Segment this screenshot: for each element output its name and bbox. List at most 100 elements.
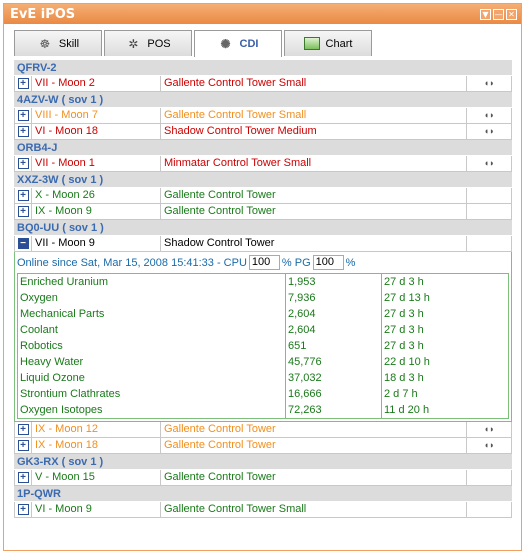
- minimize-icon[interactable]: —: [493, 8, 504, 20]
- moon-cell: VI - Moon 9: [32, 502, 161, 517]
- tower-row[interactable]: − VII - Moon 9 Shadow Control Tower: [14, 236, 512, 252]
- fuel-name: Liquid Ozone: [18, 370, 286, 386]
- status-cell: ◖◗: [467, 108, 511, 123]
- close-icon[interactable]: ✕: [506, 8, 517, 20]
- moon-cell: VII - Moon 2: [32, 76, 161, 91]
- system-header[interactable]: QFRV-2: [14, 60, 512, 76]
- expand-cell: +: [15, 124, 32, 139]
- online-status: Online since Sat, Mar 15, 2008 15:41:33 …: [17, 253, 509, 272]
- fuel-row: Strontium Clathrates 16,666 2 d 7 h: [18, 386, 508, 402]
- tower-row[interactable]: + IX - Moon 9 Gallente Control Tower: [14, 204, 512, 220]
- online-since-text: Online since Sat, Mar 15, 2008 15:41:33 …: [17, 256, 247, 269]
- system-header[interactable]: BQ0-UU ( sov 1 ): [14, 220, 512, 236]
- collapse-icon[interactable]: −: [17, 238, 29, 249]
- expand-icon[interactable]: +: [17, 110, 29, 121]
- fuel-gauge-icon[interactable]: ◖◗: [484, 124, 495, 139]
- expand-cell: +: [15, 188, 32, 203]
- expand-icon[interactable]: +: [17, 206, 29, 217]
- fuel-row: Heavy Water 45,776 22 d 10 h: [18, 354, 508, 370]
- tower-row[interactable]: + VII - Moon 1 Minmatar Control Tower Smal…: [14, 156, 512, 172]
- tower-row[interactable]: + VII - Moon 2 Gallente Control Tower Smal…: [14, 76, 512, 92]
- fuel-row: Oxygen 7,936 27 d 13 h: [18, 290, 508, 306]
- expand-icon[interactable]: +: [17, 190, 29, 201]
- tower-row[interactable]: + VI - Moon 18 Shadow Control Tower Medium…: [14, 124, 512, 140]
- moon-cell: V - Moon 15: [32, 470, 161, 485]
- fuel-name: Oxygen: [18, 290, 286, 306]
- expand-cell: +: [15, 204, 32, 219]
- expand-cell: +: [15, 502, 32, 517]
- moon-cell: IX - Moon 12: [32, 422, 161, 437]
- tower-cell: Gallente Control Tower: [161, 188, 467, 203]
- expand-icon[interactable]: +: [17, 440, 29, 451]
- system-header[interactable]: XXZ-3W ( sov 1 ): [14, 172, 512, 188]
- moon-cell: VII - Moon 9: [32, 236, 161, 251]
- tab-chart[interactable]: Chart: [284, 30, 372, 56]
- fuel-quantity: 72,263: [286, 402, 382, 418]
- fuel-gauge-icon[interactable]: ◖◗: [484, 422, 495, 437]
- tower-row[interactable]: + V - Moon 15 Gallente Control Tower: [14, 470, 512, 486]
- expand-cell: +: [15, 76, 32, 91]
- tower-row[interactable]: + X - Moon 26 Gallente Control Tower: [14, 188, 512, 204]
- expand-cell: +: [15, 108, 32, 123]
- status-cell: [467, 236, 511, 251]
- expand-icon[interactable]: +: [17, 504, 29, 515]
- tower-row[interactable]: + IX - Moon 18 Gallente Control Tower ◖◗: [14, 438, 512, 454]
- tower-row[interactable]: + VIII - Moon 7 Gallente Control Tower Sma…: [14, 108, 512, 124]
- fuel-time-left: 11 d 20 h: [384, 404, 430, 416]
- system-header[interactable]: 4AZV-W ( sov 1 ): [14, 92, 512, 108]
- fuel-name: Robotics: [18, 338, 286, 354]
- expand-icon[interactable]: +: [17, 126, 29, 137]
- fuel-time-left: 22 d 10 h: [384, 356, 430, 368]
- moon-cell: X - Moon 26: [32, 188, 161, 203]
- fuel-gauge-icon[interactable]: ◖◗: [484, 156, 495, 171]
- cpu-input[interactable]: 100: [248, 255, 280, 270]
- fuel-row: Mechanical Parts 2,604 27 d 3 h: [18, 306, 508, 322]
- fuel-time-left: 27 d 13 h: [384, 292, 430, 304]
- tower-detail: Online since Sat, Mar 15, 2008 15:41:33 …: [14, 252, 512, 422]
- expand-icon[interactable]: +: [17, 424, 29, 435]
- percent-label: %: [345, 256, 356, 269]
- fuel-quantity: 45,776: [286, 354, 382, 370]
- expand-icon[interactable]: +: [17, 158, 29, 169]
- fuel-time-left: 27 d 3 h: [384, 308, 424, 320]
- system-header[interactable]: GK3-RX ( sov 1 ): [14, 454, 512, 470]
- pg-input[interactable]: 100: [312, 255, 344, 270]
- expand-cell: +: [15, 438, 32, 453]
- moon-cell: IX - Moon 18: [32, 438, 161, 453]
- fuel-quantity: 2,604: [286, 322, 382, 338]
- fuel-name: Enriched Uranium: [18, 274, 286, 290]
- window-title: EvE iPOS: [10, 6, 76, 22]
- tab-label: POS: [147, 37, 171, 50]
- expand-icon[interactable]: +: [17, 78, 29, 89]
- fuel-row: Robotics 651 27 d 3 h: [18, 338, 508, 354]
- fuel-time-left: 2 d 7 h: [384, 388, 418, 400]
- system-header[interactable]: 1P-QWR: [14, 486, 512, 502]
- tab-skill[interactable]: ☸ Skill: [14, 30, 102, 56]
- moon-cell: VIII - Moon 7: [32, 108, 161, 123]
- fuel-gauge-icon[interactable]: ◖◗: [484, 108, 495, 123]
- collapse-icon[interactable]: ▼: [480, 8, 491, 20]
- fuel-time-left: 27 d 3 h: [384, 340, 424, 352]
- chart-icon: [303, 37, 320, 50]
- fuel-row: Enriched Uranium 1,953 27 d 3 h: [18, 274, 508, 290]
- fuel-gauge-icon[interactable]: ◖◗: [484, 76, 495, 91]
- system-header[interactable]: ORB4-J: [14, 140, 512, 156]
- status-cell: [467, 470, 511, 485]
- tower-row[interactable]: + IX - Moon 12 Gallente Control Tower ◖◗: [14, 422, 512, 438]
- tower-cell: Gallente Control Tower Small: [161, 76, 467, 91]
- fuel-time-left: 27 d 3 h: [384, 324, 424, 336]
- fuel-gauge-icon[interactable]: ◖◗: [484, 438, 495, 453]
- tab-cdi[interactable]: ✺ CDI: [194, 30, 282, 57]
- ipos-window: EvE iPOS ▼ — ✕ ☸ Skill ✲ POS ✺ CDI Chart…: [3, 3, 522, 551]
- expand-icon[interactable]: +: [17, 472, 29, 483]
- status-cell: ◖◗: [467, 422, 511, 437]
- status-cell: ◖◗: [467, 76, 511, 91]
- tower-cell: Gallente Control Tower: [161, 204, 467, 219]
- expand-cell: +: [15, 470, 32, 485]
- cdi-icon: ✺: [220, 37, 231, 51]
- moon-cell: VI - Moon 18: [32, 124, 161, 139]
- tab-label: CDI: [239, 38, 259, 50]
- tower-row[interactable]: + VI - Moon 9 Gallente Control Tower Small: [14, 502, 512, 518]
- tab-pos[interactable]: ✲ POS: [104, 30, 192, 56]
- pos-icon: ✲: [128, 36, 139, 51]
